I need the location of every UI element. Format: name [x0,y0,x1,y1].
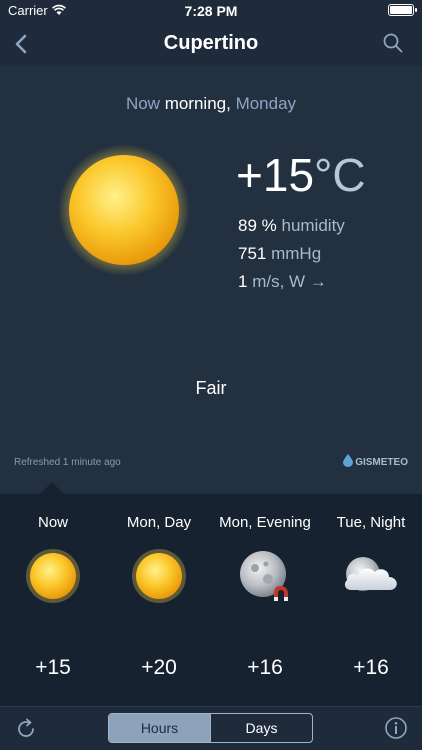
sun-icon [132,549,186,603]
status-time: 7:28 PM [184,3,238,19]
sun-icon [26,549,80,603]
hours-tab[interactable]: Hours [109,714,210,742]
nav-bar: Cupertino [0,22,422,66]
forecast-temp: +20 [141,656,177,679]
brand-logo: GISMETEO [343,454,408,468]
current-temperature: +15°C [236,148,366,202]
drop-icon [343,454,354,467]
forecast-temp: +15 [35,656,71,679]
forecast-item-now[interactable]: Now +15 [0,494,106,706]
pressure-value: 751 [238,244,267,263]
bottom-toolbar: Hours Days [0,706,422,750]
hours-days-segmented-control: Hours Days [108,713,313,743]
wind-line: 1 m/s, W → [238,272,327,292]
pressure-line: 751 mmHg [238,244,321,264]
wind-unit: m/s, W → [252,272,327,291]
period-line: Now morning, Monday [0,94,422,114]
humidity-label: humidity [281,216,345,235]
forecast-item-tue-night[interactable]: Tue, Night +16 [318,494,422,706]
forecast-temp: +16 [353,656,389,679]
condition-label: Fair [195,378,227,398]
selection-pointer [40,482,64,494]
humidity-value: 89 % [238,216,277,235]
temperature-unit: °C [314,149,366,201]
pressure-unit: mmHg [271,244,322,263]
forecast-temp: +16 [247,656,283,679]
temperature-value: +15 [236,149,315,201]
current-weather-panel: Now morning, Monday +15°C 89 % humidity … [0,66,422,494]
page-title: Cupertino [163,32,259,54]
refreshed-label: Refreshed 1 minute ago [14,457,121,468]
wind-value: 1 [238,272,248,291]
forecast-label: Now [37,514,68,531]
refresh-icon[interactable] [14,717,38,741]
status-bar: Carrier 7:28 PM [0,0,422,22]
info-icon[interactable] [384,716,408,740]
period-time: morning, [164,94,231,113]
forecast-label: Tue, Night [336,514,406,531]
period-now: Now [125,94,160,113]
forecast-label: Mon, Day [126,514,192,531]
search-icon[interactable] [382,32,404,54]
sun-icon [58,144,190,276]
weather-screen: Carrier 7:28 PM Cupertino Now morning, M… [0,0,422,750]
brand-name: GISMETEO [355,457,408,468]
moon-cloud-icon [344,557,397,591]
battery-icon [388,4,417,16]
moon-icon [240,551,288,601]
forecast-item-mon-day[interactable]: Mon, Day +20 [106,494,212,706]
humidity-line: 89 % humidity [238,216,345,236]
forecast-item-mon-evening[interactable]: Mon, Evening +16 [212,494,318,706]
days-tab[interactable]: Days [210,714,312,742]
forecast-label: Mon, Evening [219,514,311,531]
period-day: Monday [235,94,297,113]
forecast-strip: Now +15 Mon, Day +20 Mon, Evening +16 Tu… [0,494,422,706]
